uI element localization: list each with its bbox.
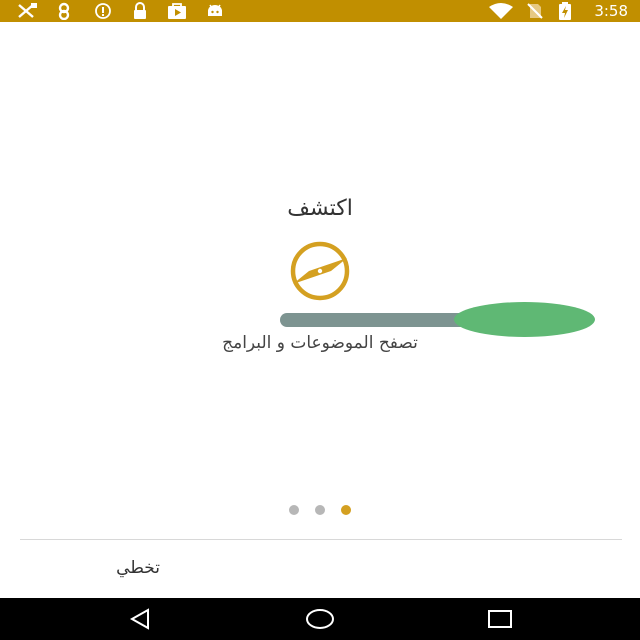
home-icon[interactable]	[300, 605, 340, 633]
page-subtitle: تصفح الموضوعات و البرامج	[222, 333, 418, 353]
page-dot-2[interactable]	[315, 505, 325, 515]
recents-icon[interactable]	[480, 605, 520, 633]
compass-icon	[262, 239, 378, 303]
page-indicator	[0, 505, 640, 515]
divider	[20, 539, 622, 540]
lock-icon	[130, 2, 150, 20]
android-icon	[204, 2, 226, 20]
loading-bar-track	[280, 313, 480, 327]
alarm-icon	[54, 2, 74, 20]
skip-button[interactable]: تخطي	[60, 554, 160, 582]
status-time: 3:58	[594, 2, 628, 20]
page-title: اكتشف	[287, 196, 353, 221]
page-dot-3-active[interactable]	[341, 505, 351, 515]
navigation-bar	[0, 598, 640, 640]
status-bar: 3:58	[0, 0, 640, 22]
info-icon	[92, 2, 114, 20]
play-store-icon	[165, 2, 189, 20]
satellite-off-icon	[14, 2, 40, 20]
no-sim-icon	[524, 2, 546, 20]
wifi-icon	[487, 2, 515, 20]
battery-charging-icon	[556, 2, 574, 20]
back-icon[interactable]	[120, 605, 160, 633]
loading-indicator	[454, 302, 595, 337]
page-dot-1[interactable]	[289, 505, 299, 515]
